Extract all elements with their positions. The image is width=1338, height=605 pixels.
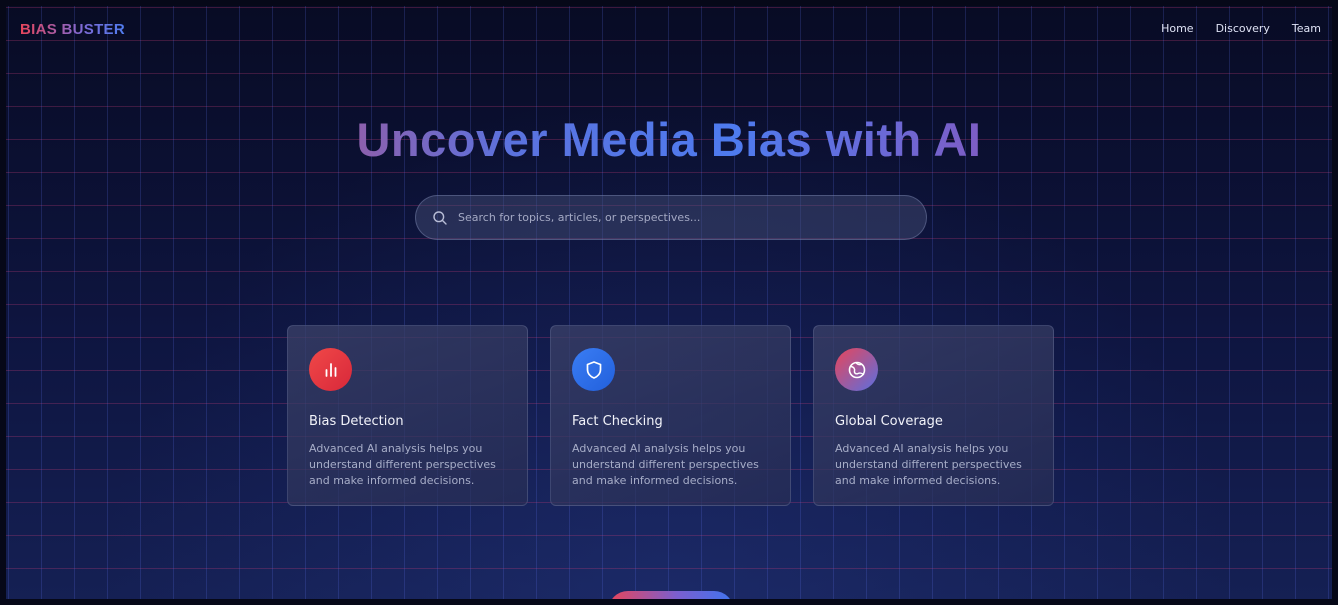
feature-card-global-coverage[interactable]: Global Coverage Advanced AI analysis hel… — [813, 325, 1054, 506]
card-description: Advanced AI analysis helps you understan… — [572, 442, 759, 487]
search-input[interactable] — [458, 196, 908, 239]
shield-icon — [572, 348, 615, 391]
card-description: Advanced AI analysis helps you understan… — [835, 442, 1022, 487]
card-title: Fact Checking — [572, 414, 663, 429]
brand-logo[interactable]: BIAS BUSTER — [20, 21, 125, 38]
hero-title: Uncover Media Bias with AI — [0, 112, 1338, 167]
nav-link-team[interactable]: Team — [1292, 22, 1321, 35]
background-grid — [0, 0, 1338, 605]
card-title: Global Coverage — [835, 414, 943, 429]
search-bar[interactable] — [415, 195, 927, 240]
nav-links: Home Discovery Team — [1161, 22, 1321, 35]
page: BIAS BUSTER Home Discovery Team Uncover … — [0, 0, 1338, 605]
feature-cards: Bias Detection Advanced AI analysis help… — [287, 325, 1054, 506]
card-title: Bias Detection — [309, 414, 404, 429]
nav-link-discovery[interactable]: Discovery — [1216, 22, 1270, 35]
top-nav: BIAS BUSTER Home Discovery Team — [20, 21, 1321, 41]
search-icon — [432, 210, 448, 226]
nav-link-home[interactable]: Home — [1161, 22, 1193, 35]
bar-chart-icon — [309, 348, 352, 391]
feature-card-fact-checking[interactable]: Fact Checking Advanced AI analysis helps… — [550, 325, 791, 506]
cta-button[interactable] — [608, 591, 734, 605]
card-description: Advanced AI analysis helps you understan… — [309, 442, 496, 487]
feature-card-bias-detection[interactable]: Bias Detection Advanced AI analysis help… — [287, 325, 528, 506]
globe-icon — [835, 348, 878, 391]
